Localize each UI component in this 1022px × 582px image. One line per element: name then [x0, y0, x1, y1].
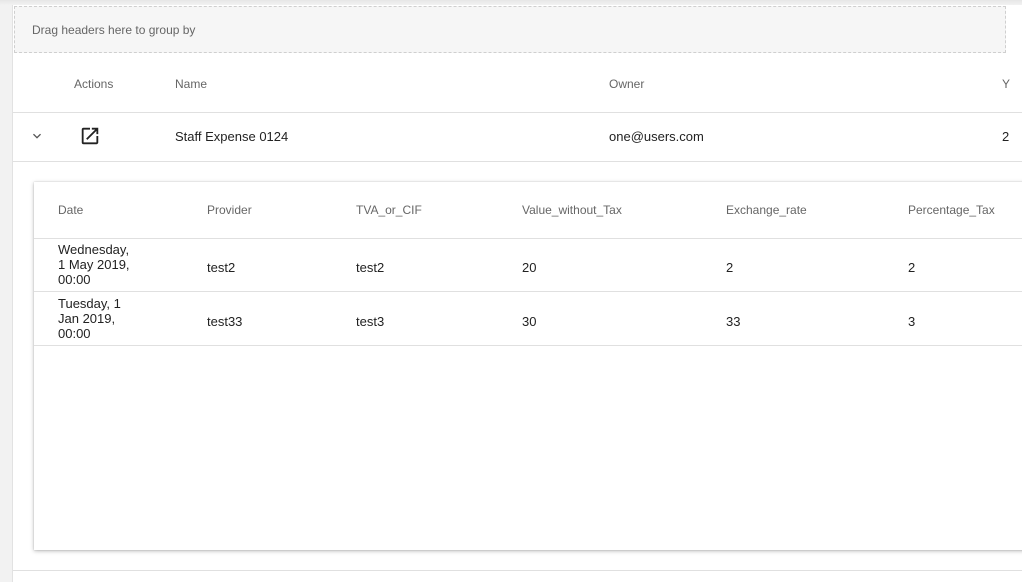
- cell-date: Wednesday, 1 May 2019, 00:00: [58, 242, 130, 287]
- data-grid: Drag headers here to group by Actions Na…: [12, 5, 1022, 582]
- column-header-provider[interactable]: Provider: [207, 203, 252, 217]
- table-row[interactable]: Staff Expense 0124 one@users.com 2: [13, 112, 1022, 162]
- detail-area: Date Provider TVA_or_CIF Value_without_T…: [13, 162, 1022, 571]
- column-header-tva[interactable]: TVA_or_CIF: [356, 203, 422, 217]
- group-by-placeholder: Drag headers here to group by: [32, 22, 196, 37]
- table-row[interactable]: Tuesday, 1 Jan 2019, 00:00 test33 test3 …: [34, 292, 1022, 346]
- cell-owner: one@users.com: [609, 129, 704, 144]
- expand-row-button[interactable]: [27, 126, 47, 146]
- cell-exchange-rate: 33: [726, 314, 741, 329]
- cell-provider: test33: [207, 314, 243, 329]
- cell-date: Tuesday, 1 Jan 2019, 00:00: [58, 296, 121, 341]
- detail-table-header: Date Provider TVA_or_CIF Value_without_T…: [34, 182, 1022, 239]
- cell-tva: test2: [356, 260, 385, 275]
- cell-name: Staff Expense 0124: [175, 129, 289, 144]
- open-in-new-icon: [81, 127, 99, 145]
- detail-table: Date Provider TVA_or_CIF Value_without_T…: [34, 182, 1022, 550]
- column-header-percentage-tax[interactable]: Percentage_Tax: [908, 203, 995, 217]
- cell-value: 20: [522, 260, 537, 275]
- cell-exchange-rate: 2: [726, 260, 734, 275]
- main-table-header: Actions Name Owner Y: [13, 55, 1022, 113]
- column-header-actions[interactable]: Actions: [74, 77, 113, 91]
- open-record-button[interactable]: [79, 125, 101, 147]
- column-header-year[interactable]: Y: [1002, 77, 1010, 91]
- column-header-date[interactable]: Date: [58, 203, 83, 217]
- cell-year: 2: [1002, 129, 1010, 144]
- cell-value: 30: [522, 314, 537, 329]
- column-header-exchange-rate[interactable]: Exchange_rate: [726, 203, 807, 217]
- cell-provider: test2: [207, 260, 236, 275]
- cell-percentage-tax: 2: [908, 260, 916, 275]
- cell-tva: test3: [356, 314, 385, 329]
- chevron-down-icon: [33, 133, 41, 139]
- column-header-name[interactable]: Name: [175, 77, 207, 91]
- cell-percentage-tax: 3: [908, 314, 916, 329]
- table-row[interactable]: Wednesday, 1 May 2019, 00:00 test2 test2…: [34, 238, 1022, 292]
- group-by-panel[interactable]: Drag headers here to group by: [14, 6, 1006, 53]
- column-header-value[interactable]: Value_without_Tax: [522, 203, 622, 217]
- column-header-owner[interactable]: Owner: [609, 77, 644, 91]
